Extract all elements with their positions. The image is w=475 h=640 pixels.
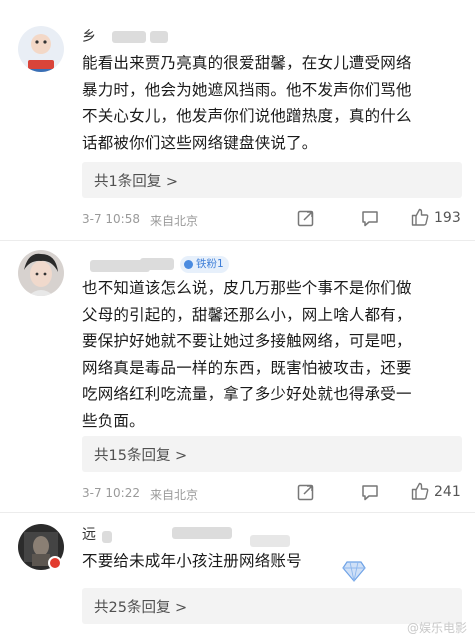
blurred-badge <box>250 535 290 547</box>
blurred-username <box>102 531 112 543</box>
comment-icon[interactable] <box>360 482 380 502</box>
share-icon[interactable] <box>296 208 316 228</box>
comment-line: 暴力时，他会为她遮风挡雨。他不发声你们骂他 <box>82 80 412 99</box>
comment-line: 不关心女儿，他发声你们说他蹭热度，真的什么 <box>82 107 412 125</box>
comment-location: 来自北京 <box>150 214 199 228</box>
comment-line: 话都被你们这些网络键盘侠说了。 <box>82 133 318 152</box>
reply-box[interactable]: 共1条回复 > <box>82 162 462 198</box>
avatar[interactable] <box>18 26 64 72</box>
comment-line: 能看出来贾乃亮真的很爱甜馨，在女儿遭受网络 <box>82 54 412 72</box>
watermark: @娱乐电影 <box>406 621 467 635</box>
comment-line: 不要给未成年小孩注册网络账号 <box>82 552 302 570</box>
comment-line: 些负面。 <box>82 411 145 430</box>
reply-count-link[interactable]: 共15条回复 > <box>94 444 187 465</box>
diamond-sticker-icon <box>342 561 366 582</box>
fan-badge-label: 铁粉1 <box>196 258 224 270</box>
fan-badge-icon <box>184 260 193 269</box>
like-count: 193 <box>434 210 461 226</box>
like-count: 241 <box>434 484 461 500</box>
divider <box>0 240 475 241</box>
blurred-username <box>112 31 146 43</box>
reply-count-link[interactable]: 共25条回复 > <box>94 596 187 617</box>
avatar-badge <box>48 556 62 570</box>
comment-text: 不要给未成年小孩注册网络账号 <box>82 548 462 575</box>
comment-text: 能看出来贾乃亮真的很爱甜馨，在女儿遭受网络 暴力时，他会为她遮风挡雨。他不发声你… <box>82 50 462 156</box>
comment-location: 来自北京 <box>150 488 199 502</box>
comment-line: 也不知道该怎么说，皮几万那些个事不是你们做 <box>82 279 412 297</box>
reply-box[interactable]: 共15条回复 > <box>82 436 462 472</box>
comment-time: 3-7 10:58 <box>82 212 140 226</box>
comment-line: 要保护好她就不要让她过多接触网络，可是吧， <box>82 332 412 350</box>
username[interactable]: 远 <box>82 524 96 544</box>
like-icon[interactable] <box>410 207 430 227</box>
blurred-username <box>172 527 232 539</box>
comment-time: 3-7 10:22 <box>82 486 140 500</box>
comment-icon[interactable] <box>360 208 380 228</box>
comment-text: 也不知道该怎么说，皮几万那些个事不是你们做 父母的引起的，甜馨还那么小，网上啥人… <box>82 275 462 434</box>
comment-1: 乡 能看出来贾乃亮真的很爱甜馨，在女儿遭受网络 暴力时，他会为她遮风挡雨。他不发… <box>0 0 475 228</box>
blurred-badge <box>150 31 168 43</box>
blurred-username <box>140 258 174 270</box>
like-icon[interactable] <box>410 481 430 501</box>
share-icon[interactable] <box>296 482 316 502</box>
comment-line: 父母的引起的，甜馨还那么小，网上啥人都有， <box>82 305 412 324</box>
comment-line: 吃网络红利吃流量，拿了多少好处就也得承受一 <box>82 385 412 403</box>
fan-badge: 铁粉1 <box>180 256 229 273</box>
reply-box[interactable]: 共25条回复 > <box>82 588 462 624</box>
comment-line: 网络真是毒品一样的东西，既害怕被攻击，还要 <box>82 358 412 377</box>
avatar[interactable] <box>18 250 64 296</box>
username[interactable]: 乡 <box>82 26 96 46</box>
divider <box>0 512 475 513</box>
reply-count-link[interactable]: 共1条回复 > <box>94 170 178 191</box>
